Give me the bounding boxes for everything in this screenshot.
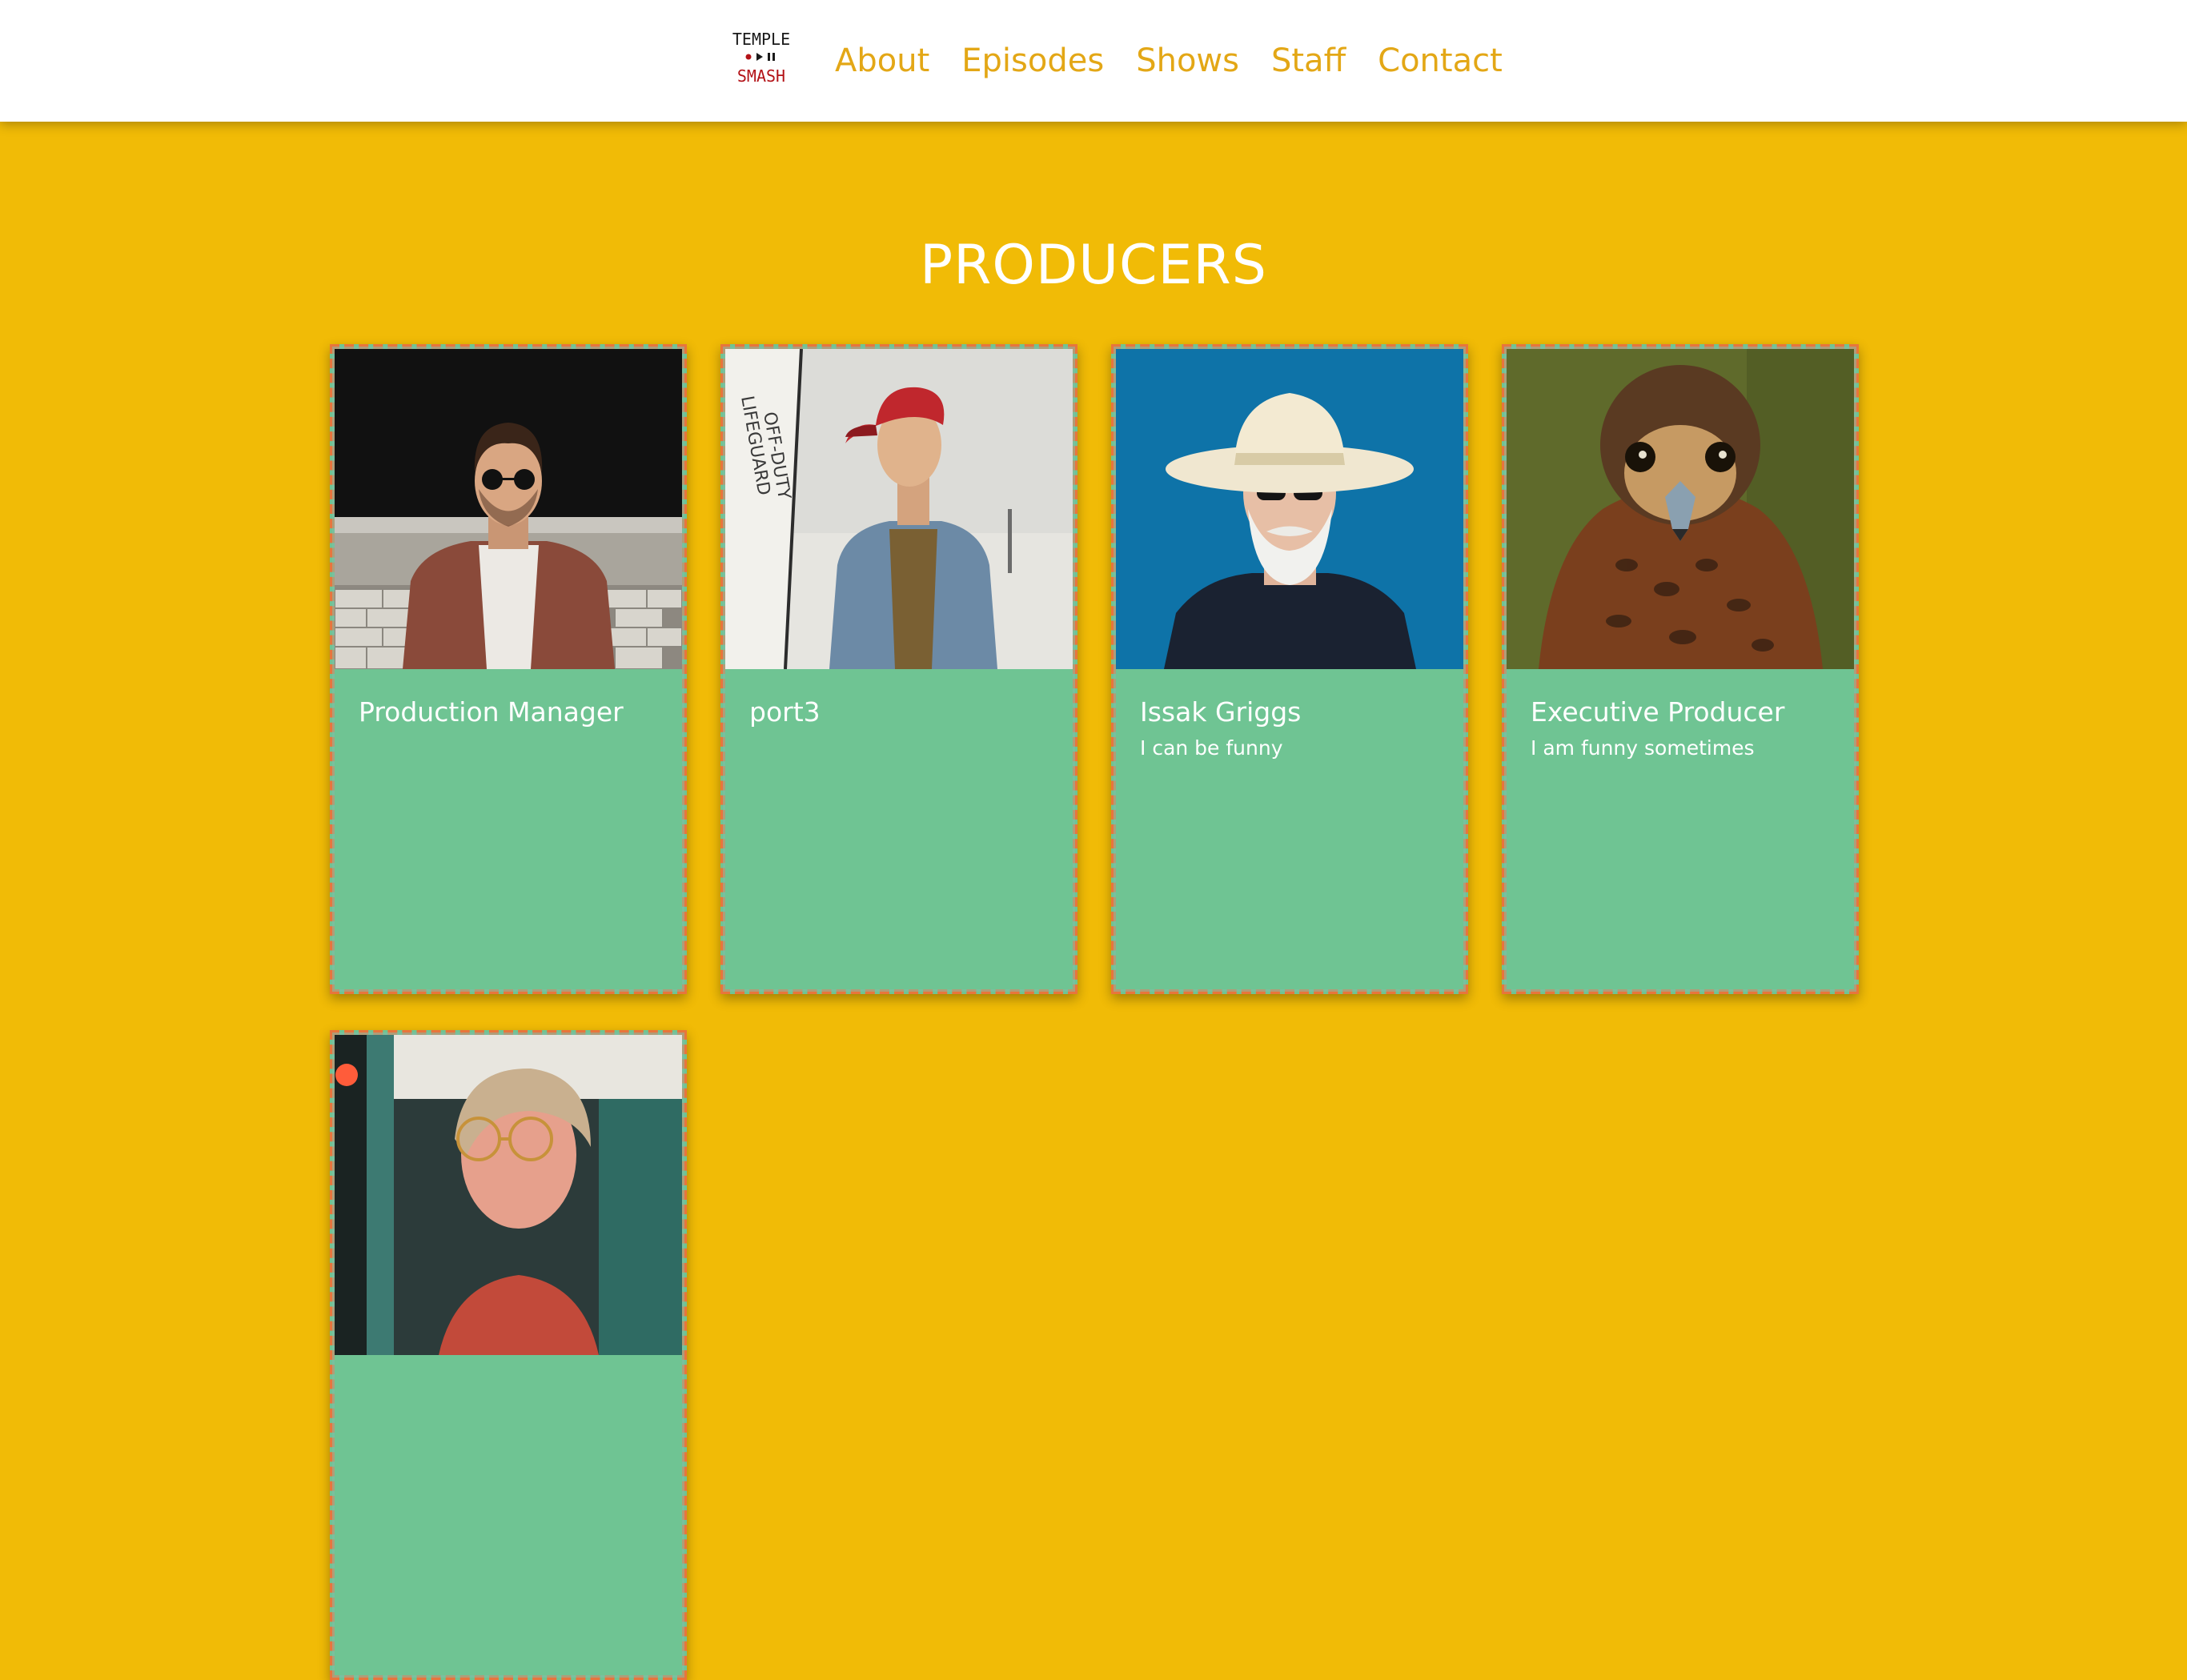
producer-card[interactable]: Executive Producer I am funny sometimes (1502, 344, 1859, 994)
nav-link-contact[interactable]: Contact (1378, 42, 1503, 79)
logo-dot-icon (745, 54, 752, 60)
card-title: Issak Griggs (1140, 696, 1302, 728)
man-sunglasses-brown-shirt-photo (335, 349, 682, 669)
nav-link-about[interactable]: About (835, 42, 929, 79)
falcon-photo (1507, 349, 1854, 669)
temple-smash-logo[interactable]: TEMPLE SMASH (732, 18, 790, 93)
nav-link-shows[interactable]: Shows (1136, 42, 1239, 79)
card-title: port3 (749, 696, 821, 728)
section-title-producers: PRODUCERS (920, 234, 1267, 297)
producer-card[interactable]: LIFEGUARD OFF-DUTY port3 (720, 344, 1077, 994)
card-subtitle: I can be funny (1140, 736, 1283, 760)
producer-card[interactable]: Issak Griggs I can be funny (1111, 344, 1468, 994)
nav-link-episodes[interactable]: Episodes (961, 42, 1104, 79)
producer-card[interactable]: Production Manager (330, 344, 687, 994)
site-header: TEMPLE SMASH About Episodes Shows Staff … (0, 0, 2187, 122)
card-title: Executive Producer (1531, 696, 1785, 728)
woman-round-glasses-photo (335, 1035, 682, 1355)
nav-link-staff[interactable]: Staff (1271, 42, 1346, 79)
main-nav: About Episodes Shows Staff Contact (835, 35, 1503, 86)
logo-play-icon (756, 53, 763, 61)
producer-card[interactable] (330, 1030, 687, 1680)
logo-pause-icon (768, 53, 770, 61)
logo-text-top: TEMPLE (732, 30, 790, 49)
logo-text-bottom: SMASH (737, 66, 785, 86)
card-title: Production Manager (359, 696, 624, 728)
card-subtitle: I am funny sometimes (1531, 736, 1755, 760)
man-red-cap-denim-jacket-photo: LIFEGUARD OFF-DUTY (725, 349, 1073, 669)
old-man-cowboy-hat-photo (1116, 349, 1463, 669)
